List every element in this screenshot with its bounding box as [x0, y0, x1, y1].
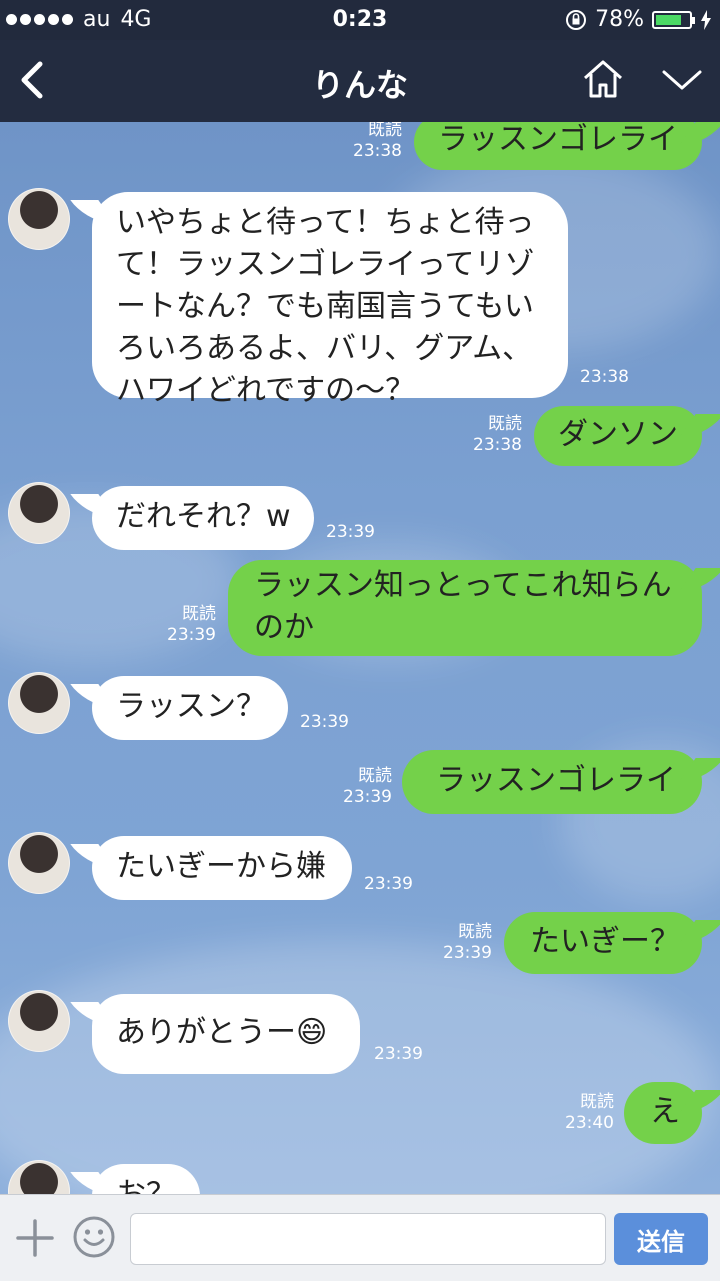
avatar[interactable] — [8, 832, 70, 894]
message-text: だれそれ？w — [116, 499, 291, 534]
message-input[interactable] — [130, 1213, 606, 1265]
read-receipt: 既読 — [488, 414, 522, 434]
outgoing-message[interactable]: ラッスン知っとってこれ知らん のか — [228, 560, 702, 656]
message-time: 23:39 — [364, 874, 413, 894]
grinning-face-icon: 😄 — [296, 1015, 328, 1050]
battery-icon — [652, 10, 695, 29]
rotation-lock-icon — [566, 9, 587, 30]
message-line: のか — [254, 610, 314, 645]
message-line: ろいろあるよ、バリ、グアム、 — [116, 331, 533, 366]
message-text: ダンソン — [558, 417, 678, 452]
message-text: たいぎーから嫌 — [116, 849, 326, 884]
incoming-message[interactable]: だれそれ？w — [92, 486, 314, 550]
status-right: 78% — [565, 7, 712, 32]
message-meta: 既読 23:39 — [148, 604, 216, 646]
battery-percent: 78% — [595, 7, 644, 32]
avatar[interactable] — [8, 482, 70, 544]
message-meta: 既読 23:39 — [422, 922, 492, 964]
read-receipt: 既読 — [358, 766, 392, 786]
outgoing-message[interactable]: ラッスンゴレライ — [414, 122, 702, 170]
message-time: 23:38 — [353, 141, 402, 161]
message-line: ハワイどれですの〜？ — [116, 373, 416, 408]
plus-icon[interactable] — [14, 1217, 56, 1259]
incoming-message[interactable]: いやちょと待って！ちょと待っ て！ラッスンゴレライってリゾ ートなん？でも南国言… — [92, 192, 568, 408]
message-text: たいぎー？ — [530, 924, 680, 959]
message-text: ラッスンゴレライ — [436, 763, 676, 798]
outgoing-message[interactable]: ダンソン — [534, 406, 702, 466]
message-time: 23:39 — [343, 787, 392, 807]
outgoing-message[interactable]: え — [624, 1082, 702, 1144]
read-receipt: 既読 — [368, 122, 402, 140]
outgoing-message[interactable]: たいぎー？ — [504, 912, 702, 974]
message-line: ートなん？でも南国言うてもい — [116, 289, 534, 324]
read-receipt: 既読 — [182, 604, 216, 624]
charging-icon — [701, 9, 711, 30]
read-receipt: 既読 — [580, 1092, 614, 1112]
message-line: いやちょと待って！ちょと待っ — [116, 205, 535, 240]
incoming-message[interactable]: たいぎーから嫌 — [92, 836, 352, 900]
message-meta: 既読 23:38 — [330, 122, 402, 162]
incoming-message[interactable]: お？ — [92, 1164, 200, 1194]
message-meta: 既読 23:40 — [544, 1092, 614, 1134]
input-bar: 送信 — [0, 1194, 720, 1281]
incoming-message[interactable]: ラッスン？ — [92, 676, 288, 740]
status-bar: au 4G 0:23 78% — [0, 0, 720, 40]
chat-header: りんな — [0, 40, 720, 122]
message-time: 23:38 — [473, 435, 522, 455]
message-time: 23:39 — [374, 1044, 423, 1064]
message-time: 23:39 — [326, 522, 375, 542]
message-text: ありがとうー — [116, 1015, 296, 1050]
message-time: 23:38 — [580, 367, 629, 387]
message-time: 23:40 — [565, 1113, 614, 1133]
message-text: ラッスンゴレライ — [438, 122, 678, 157]
home-icon[interactable] — [580, 56, 626, 102]
message-time: 23:39 — [167, 625, 216, 645]
message-time: 23:39 — [443, 943, 492, 963]
avatar[interactable] — [8, 990, 70, 1052]
message-text: ラッスン？ — [116, 689, 266, 724]
read-receipt: 既読 — [458, 922, 492, 942]
send-button[interactable]: 送信 — [614, 1213, 708, 1265]
avatar[interactable] — [8, 188, 70, 250]
chevron-down-icon[interactable] — [660, 64, 704, 96]
incoming-message[interactable]: ありがとうー😄 — [92, 994, 360, 1074]
message-line: て！ラッスンゴレライってリゾ — [116, 247, 535, 282]
message-line: ラッスン知っとってこれ知らん — [254, 568, 672, 603]
message-time: 23:39 — [300, 712, 349, 732]
message-text: え — [650, 1094, 680, 1129]
message-meta: 既読 23:38 — [452, 414, 522, 456]
outgoing-message[interactable]: ラッスンゴレライ — [402, 750, 702, 814]
message-meta: 既読 23:39 — [322, 766, 392, 808]
avatar[interactable] — [8, 672, 70, 734]
message-text: お？ — [116, 1177, 176, 1194]
message-list[interactable]: ラッスンゴレライ 既読 23:38 いやちょと待って！ちょと待っ て！ラッスンゴ… — [0, 122, 720, 1194]
emoji-icon[interactable] — [72, 1215, 116, 1259]
